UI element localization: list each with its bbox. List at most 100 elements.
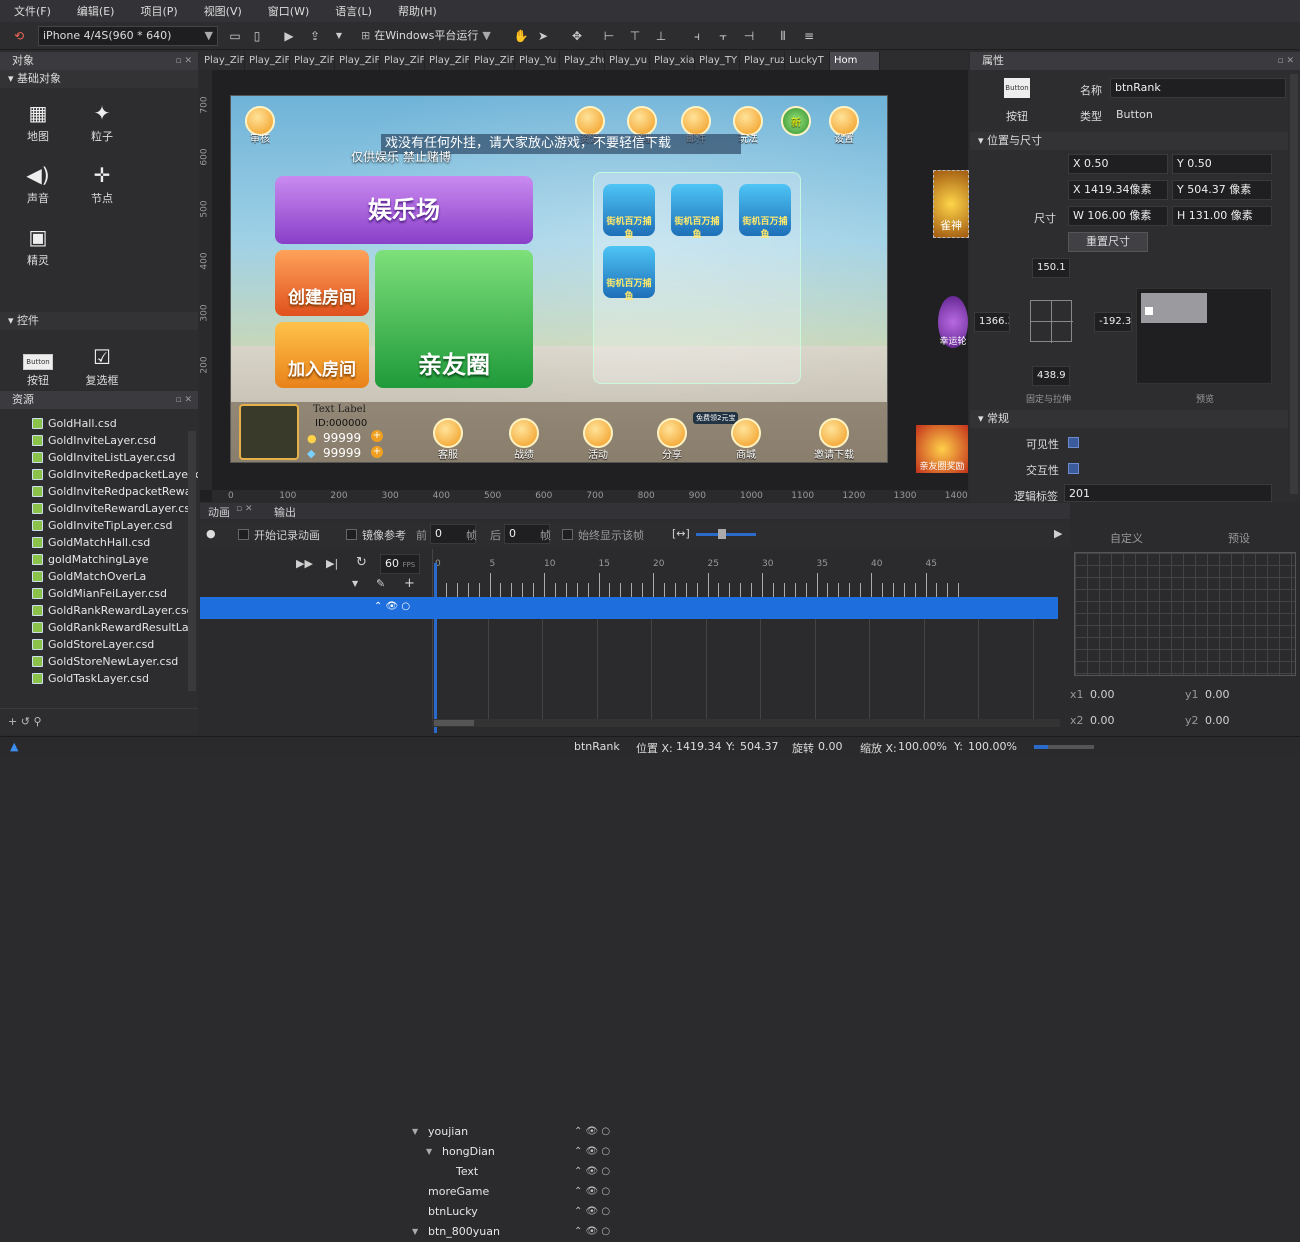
resource-file[interactable]: GoldInviteRewardLayer.csd xyxy=(0,500,198,517)
document-tab[interactable]: Play_xia xyxy=(650,52,695,70)
resource-file[interactable]: GoldInviteListLayer.csd xyxy=(0,449,198,466)
zoom-slider[interactable] xyxy=(1034,745,1094,749)
share-icon[interactable] xyxy=(657,418,687,448)
hand-icon[interactable]: ✋ xyxy=(512,27,530,45)
track-controls[interactable]: ⌃ 👁 ○ xyxy=(574,1122,610,1142)
object-map[interactable]: ▦ 地图 xyxy=(10,98,66,144)
create-room-button[interactable]: 创建房间 xyxy=(275,250,369,316)
menu-edit[interactable]: 编辑(E) xyxy=(69,3,123,19)
y1-value[interactable]: 0.00 xyxy=(1205,688,1230,701)
resource-file[interactable]: GoldMatchHall.csd xyxy=(0,534,198,551)
curve-grid[interactable] xyxy=(1074,552,1296,676)
lucky-wheel-button[interactable]: 幸运轮 xyxy=(938,296,968,348)
loop-icon[interactable]: ↻ xyxy=(356,555,367,570)
scrollbar[interactable] xyxy=(188,431,196,691)
friends-circle-button[interactable]: 亲友圈 xyxy=(375,250,533,388)
object-sprite[interactable]: ▣ 精灵 xyxy=(10,222,66,268)
pointer-icon[interactable]: ➤ xyxy=(534,27,552,45)
timeline-ruler[interactable]: 0 5 10 15 20 25 30 35 40 45 xyxy=(432,549,1060,597)
last-frame-icon[interactable]: ▶| xyxy=(326,557,338,570)
track-controls[interactable]: ⌃ 👁 ○ xyxy=(574,1142,610,1162)
expand-toggle-icon[interactable]: ▼ xyxy=(426,1142,432,1162)
resource-file[interactable]: GoldInviteRedpacketLayer.c xyxy=(0,466,198,483)
tab-output[interactable]: 输出 xyxy=(274,504,296,520)
resource-file[interactable]: GoldInviteTipLayer.csd xyxy=(0,517,198,534)
general-section[interactable]: ▾ 常规 xyxy=(970,410,1288,428)
document-tab[interactable]: Play_ZiF xyxy=(245,52,290,70)
document-tab[interactable]: Play_yu xyxy=(605,52,650,70)
document-tab[interactable]: Play_TY xyxy=(695,52,740,70)
x2-value[interactable]: 0.00 xyxy=(1090,714,1115,727)
document-tab[interactable]: Play_zhu xyxy=(560,52,605,70)
track-controls[interactable]: ⌃ 👁 ○ xyxy=(574,1162,610,1182)
track-controls[interactable]: ⌃ 👁 ○ xyxy=(374,601,410,612)
record-checkbox[interactable] xyxy=(238,529,249,540)
panel-controls-icon[interactable]: ▫ ✕ xyxy=(1277,52,1294,70)
align-left-icon[interactable]: ⊢ xyxy=(600,27,618,45)
record-icon[interactable] xyxy=(509,418,539,448)
panel-controls-icon[interactable]: ▫ ✕ xyxy=(175,52,192,70)
entertainment-button[interactable]: 娱乐场 xyxy=(275,176,533,244)
track-controls[interactable]: ⌃ 👁 ○ xyxy=(574,1202,610,1222)
tab-preset[interactable]: 预设 xyxy=(1228,530,1250,546)
friends-reward-button[interactable]: 亲友圈奖励 xyxy=(916,425,968,473)
move-icon[interactable]: ✥ xyxy=(568,27,586,45)
resource-file[interactable]: GoldInviteLayer.csd xyxy=(0,432,198,449)
menu-project[interactable]: 项目(P) xyxy=(132,3,185,19)
menu-view[interactable]: 视图(V) xyxy=(196,3,250,19)
timeline-node-row[interactable]: moreGame ⌃ 👁 ○ xyxy=(400,1182,630,1202)
play-icon[interactable]: ▶ xyxy=(280,27,298,45)
play-icon[interactable]: ▶ xyxy=(1054,527,1062,540)
position-x-input[interactable]: X 1419.34像素 xyxy=(1068,180,1168,200)
tab-animation[interactable]: 动画 xyxy=(208,504,230,520)
activity-icon[interactable] xyxy=(583,418,613,448)
document-tab[interactable]: Play_Yu xyxy=(515,52,560,70)
shop-icon[interactable] xyxy=(731,418,761,448)
document-tab[interactable]: Play_ruz xyxy=(740,52,785,70)
menu-window[interactable]: 窗口(W) xyxy=(260,3,317,19)
height-input[interactable]: H 131.00 像素 xyxy=(1172,206,1272,226)
position-size-section[interactable]: ▾ 位置与尺寸 xyxy=(970,132,1288,150)
menu-file[interactable]: 文件(F) xyxy=(6,3,59,19)
margin-top-input[interactable]: 150.1 xyxy=(1032,258,1070,278)
margin-right-input[interactable]: -192.3 xyxy=(1094,312,1132,332)
panel-controls-icon[interactable]: ▫ ✕ xyxy=(175,391,192,409)
scrollbar[interactable] xyxy=(1290,74,1298,494)
edit-icon[interactable]: ✎ xyxy=(376,577,385,590)
timeline-node-row[interactable]: ▼ btn_800yuan ⌃ 👁 ○ xyxy=(400,1222,630,1242)
logic-tag-input[interactable]: 201 xyxy=(1064,484,1272,502)
landscape-icon[interactable]: ▭ xyxy=(226,27,244,45)
document-tab[interactable]: Play_ZiF xyxy=(335,52,380,70)
align-right-icon[interactable]: ⊣ xyxy=(740,27,758,45)
always-show-checkbox[interactable] xyxy=(562,529,573,540)
resource-file[interactable]: GoldRankRewardLayer.csd xyxy=(0,602,198,619)
interactive-checkbox[interactable] xyxy=(1068,463,1079,474)
portrait-icon[interactable]: ▯ xyxy=(248,27,266,45)
keyframe-icon[interactable]: ● xyxy=(206,527,216,540)
object-node[interactable]: ✛ 节点 xyxy=(74,160,130,206)
fish-game-tile[interactable]: 街机百万捕鱼 xyxy=(671,184,723,240)
object-particle[interactable]: ✦ 粒子 xyxy=(74,98,130,144)
tab-custom[interactable]: 自定义 xyxy=(1110,530,1143,546)
resource-file[interactable]: GoldStoreNewLayer.csd xyxy=(0,653,198,670)
invite-download-icon[interactable] xyxy=(819,418,849,448)
reset-size-button[interactable]: 重置尺寸 xyxy=(1068,232,1148,252)
document-tab[interactable]: LuckyT xyxy=(785,52,830,70)
timeline-node-row[interactable]: ▼ youjian ⌃ 👁 ○ xyxy=(400,1122,630,1142)
fit-icon[interactable]: [↔] xyxy=(672,527,690,540)
add-diamond-button[interactable]: + xyxy=(371,446,383,458)
chevron-down-icon[interactable]: ▼ xyxy=(352,579,358,588)
add-icon[interactable]: + xyxy=(8,715,17,728)
anchor-x-input[interactable]: X 0.50 xyxy=(1068,154,1168,174)
menu-help[interactable]: 帮助(H) xyxy=(390,3,445,19)
document-tab[interactable]: Play_ZiF xyxy=(380,52,425,70)
margin-left-input[interactable]: 1366.3 xyxy=(974,312,1010,332)
document-tab[interactable]: Play_ZiF xyxy=(425,52,470,70)
align-bottom-icon[interactable]: ⊥ xyxy=(652,27,670,45)
track-controls[interactable]: ⌃ 👁 ○ xyxy=(574,1182,610,1202)
resource-file[interactable]: GoldMianFeiLayer.csd xyxy=(0,585,198,602)
name-input[interactable]: btnRank xyxy=(1110,78,1286,98)
control-checkbox[interactable]: ☑ 复选框 xyxy=(74,342,130,388)
position-y-input[interactable]: Y 504.37 像素 xyxy=(1172,180,1272,200)
y2-value[interactable]: 0.00 xyxy=(1205,714,1230,727)
